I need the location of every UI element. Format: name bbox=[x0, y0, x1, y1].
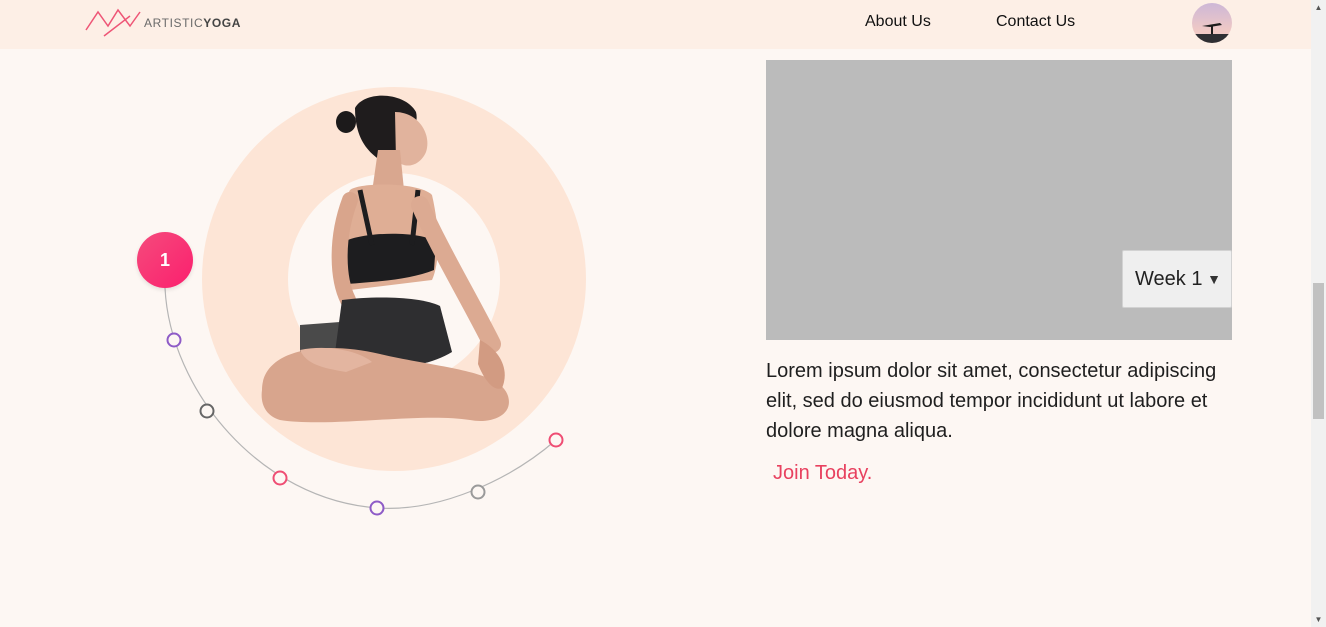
vertical-scrollbar[interactable]: ▲ ▼ bbox=[1311, 0, 1326, 627]
current-step-badge[interactable]: 1 bbox=[137, 232, 193, 288]
top-navbar: ARTISTICYOGA About Us Contact Us bbox=[0, 0, 1311, 49]
nav-contact-us[interactable]: Contact Us bbox=[996, 13, 1075, 31]
scrollbar-thumb[interactable] bbox=[1313, 283, 1324, 419]
logo-mark-icon bbox=[85, 8, 141, 37]
video-player-placeholder[interactable]: Week 1 ▼ bbox=[766, 60, 1232, 340]
join-today-link[interactable]: Join Today. bbox=[773, 462, 872, 485]
avatar[interactable] bbox=[1192, 3, 1232, 43]
step-dot bbox=[166, 332, 182, 348]
brand-name-light: ARTISTIC bbox=[144, 16, 204, 30]
step-dot bbox=[272, 470, 288, 486]
scroll-up-arrow-icon[interactable]: ▲ bbox=[1311, 0, 1326, 15]
program-description: Lorem ipsum dolor sit amet, consectetur … bbox=[766, 360, 1217, 442]
step-dot bbox=[199, 403, 215, 419]
step-dot bbox=[548, 432, 564, 448]
triangle-down-icon: ▼ bbox=[1207, 271, 1221, 287]
scroll-down-arrow-icon[interactable]: ▼ bbox=[1311, 612, 1326, 627]
brand-name-bold: YOGA bbox=[203, 16, 242, 30]
week-select-value: Week 1 bbox=[1135, 267, 1203, 290]
brand-logo[interactable]: ARTISTICYOGA bbox=[84, 6, 241, 38]
brand-name: ARTISTICYOGA bbox=[144, 16, 241, 30]
step-dot bbox=[369, 500, 385, 516]
week-select-dropdown[interactable]: Week 1 ▼ bbox=[1122, 250, 1232, 308]
step-dot bbox=[470, 484, 486, 500]
yoga-illustration bbox=[164, 87, 586, 516]
nav-about-us[interactable]: About Us bbox=[865, 13, 931, 31]
avatar-image bbox=[1192, 3, 1232, 43]
